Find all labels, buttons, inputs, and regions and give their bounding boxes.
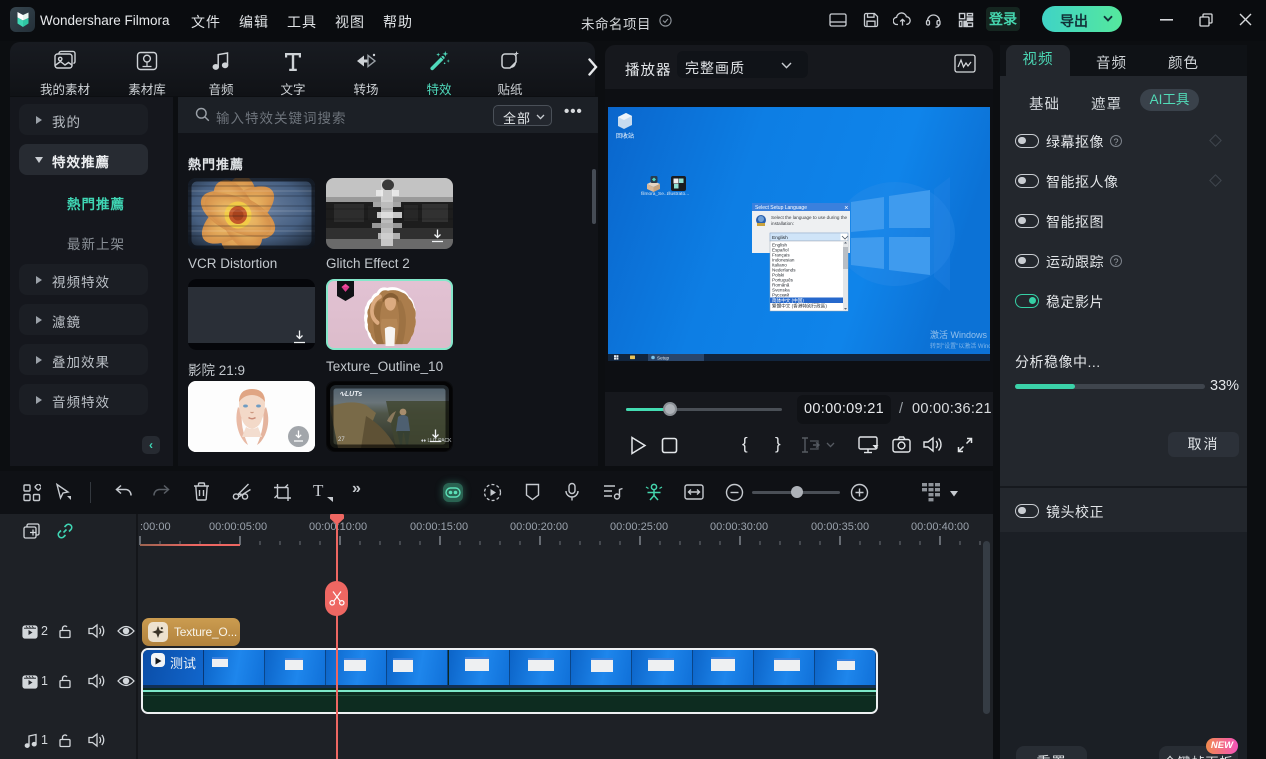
svg-text:installation:: installation: xyxy=(771,221,794,226)
svg-text:回收站: 回收站 xyxy=(616,132,634,140)
svg-text:English: English xyxy=(772,235,788,241)
svg-text:Setup: Setup xyxy=(657,356,669,361)
svg-text:Select the language to use dur: Select the language to use during the xyxy=(771,215,848,220)
svg-text:✕: ✕ xyxy=(844,206,849,212)
svg-text:繁體中文 (香港特別行政區): 繁體中文 (香港特別行政區) xyxy=(772,303,827,310)
svg-text:∿LUTs: ∿LUTs xyxy=(339,391,362,398)
svg-text:Русский: Русский xyxy=(772,292,789,298)
svg-text:Select Setup Language: Select Setup Language xyxy=(755,205,807,211)
svg-text:激活 Windows: 激活 Windows xyxy=(930,329,988,340)
svg-text:27: 27 xyxy=(338,437,345,443)
svg-text:filmora_Se...: filmora_Se... xyxy=(641,191,668,197)
svg-text:Illustrato...: Illustrato... xyxy=(667,191,689,197)
svg-text:转到"设置"以激活 Windows。: 转到"设置"以激活 Windows。 xyxy=(930,342,990,350)
